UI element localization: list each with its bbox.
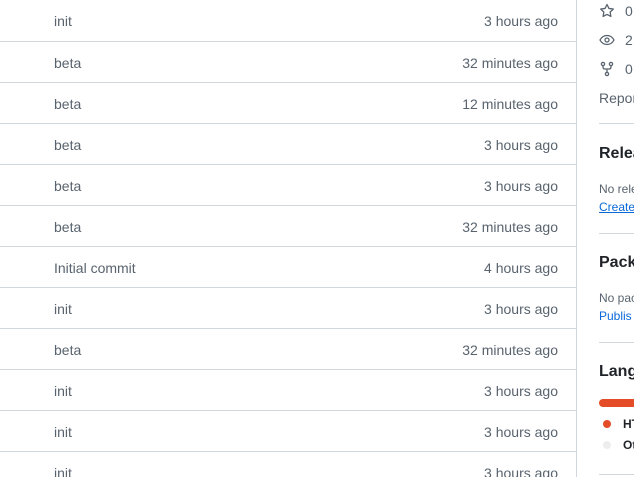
create-release-link[interactable]: Create [599,200,634,214]
forks-count: 0 [625,61,633,77]
file-row[interactable]: beta 3 hours ago [0,124,576,165]
section-divider [599,123,634,124]
commit-time: 3 hours ago [484,178,558,194]
file-row[interactable]: init 3 hours ago [0,288,576,329]
star-icon [600,3,614,18]
language-bar [599,399,634,407]
file-row[interactable]: init 3 hours ago [0,411,576,452]
file-row[interactable]: Initial commit 4 hours ago [0,247,576,288]
language-item-html[interactable]: HT [599,417,634,431]
commit-time: 32 minutes ago [462,55,558,71]
commit-message-link[interactable]: init [54,383,72,399]
commit-time: 4 hours ago [484,260,558,276]
publish-package-link[interactable]: Publis [599,309,632,323]
file-row[interactable]: init 3 hours ago [0,452,576,477]
commit-message-link[interactable]: init [54,424,72,440]
language-name: HT [623,417,634,431]
commit-message-link[interactable]: beta [54,96,81,112]
language-color-dot [603,420,611,428]
eye-icon [599,34,615,46]
section-divider [599,233,634,234]
commit-time: 3 hours ago [484,465,558,477]
commit-time: 3 hours ago [484,383,558,399]
commit-time: 12 minutes ago [462,96,558,112]
commit-message-link[interactable]: beta [54,342,81,358]
language-name: Ot [623,438,634,452]
commit-time: 3 hours ago [484,424,558,440]
repo-sidebar: 0 2 0 Repor Relea No rele Create Pack No… [577,0,634,477]
report-repository-link[interactable]: Repor [599,90,634,106]
file-row[interactable]: init 3 hours ago [0,370,576,411]
packages-empty-text: No pac [599,291,634,305]
stars-stat[interactable]: 0 [599,1,633,21]
commit-message-link[interactable]: init [54,465,72,477]
forks-stat[interactable]: 0 [599,59,633,79]
commit-message-link[interactable]: beta [54,55,81,71]
languages-heading: Lang [599,363,634,380]
section-divider [599,474,634,475]
commit-time: 32 minutes ago [462,342,558,358]
commit-file-list: init 3 hours ago beta 32 minutes ago bet… [0,0,577,477]
file-row[interactable]: beta 3 hours ago [0,165,576,206]
commit-message-link[interactable]: init [54,301,72,317]
commit-time: 3 hours ago [484,137,558,153]
commit-time: 3 hours ago [484,301,558,317]
language-item-other[interactable]: Ot [599,438,634,452]
releases-heading[interactable]: Relea [599,145,634,163]
releases-empty-text: No rele [599,182,634,196]
file-row[interactable]: beta 32 minutes ago [0,329,576,370]
file-row[interactable]: beta 32 minutes ago [0,42,576,83]
commit-message-link[interactable]: beta [54,137,81,153]
commit-message-link[interactable]: init [54,13,72,29]
commit-message-link[interactable]: Initial commit [54,260,136,276]
watchers-count: 2 [625,32,633,48]
commit-message-link[interactable]: beta [54,219,81,235]
file-row[interactable]: init 3 hours ago [0,0,576,42]
commit-time: 3 hours ago [484,13,558,29]
commit-message-link[interactable]: beta [54,178,81,194]
file-row[interactable]: beta 32 minutes ago [0,206,576,247]
stars-count: 0 [625,3,633,19]
file-row[interactable]: beta 12 minutes ago [0,83,576,124]
fork-icon [600,61,614,77]
section-divider [599,342,634,343]
watchers-stat[interactable]: 2 [599,30,633,50]
packages-heading[interactable]: Pack [599,254,634,272]
language-color-dot [603,441,611,449]
commit-time: 32 minutes ago [462,219,558,235]
